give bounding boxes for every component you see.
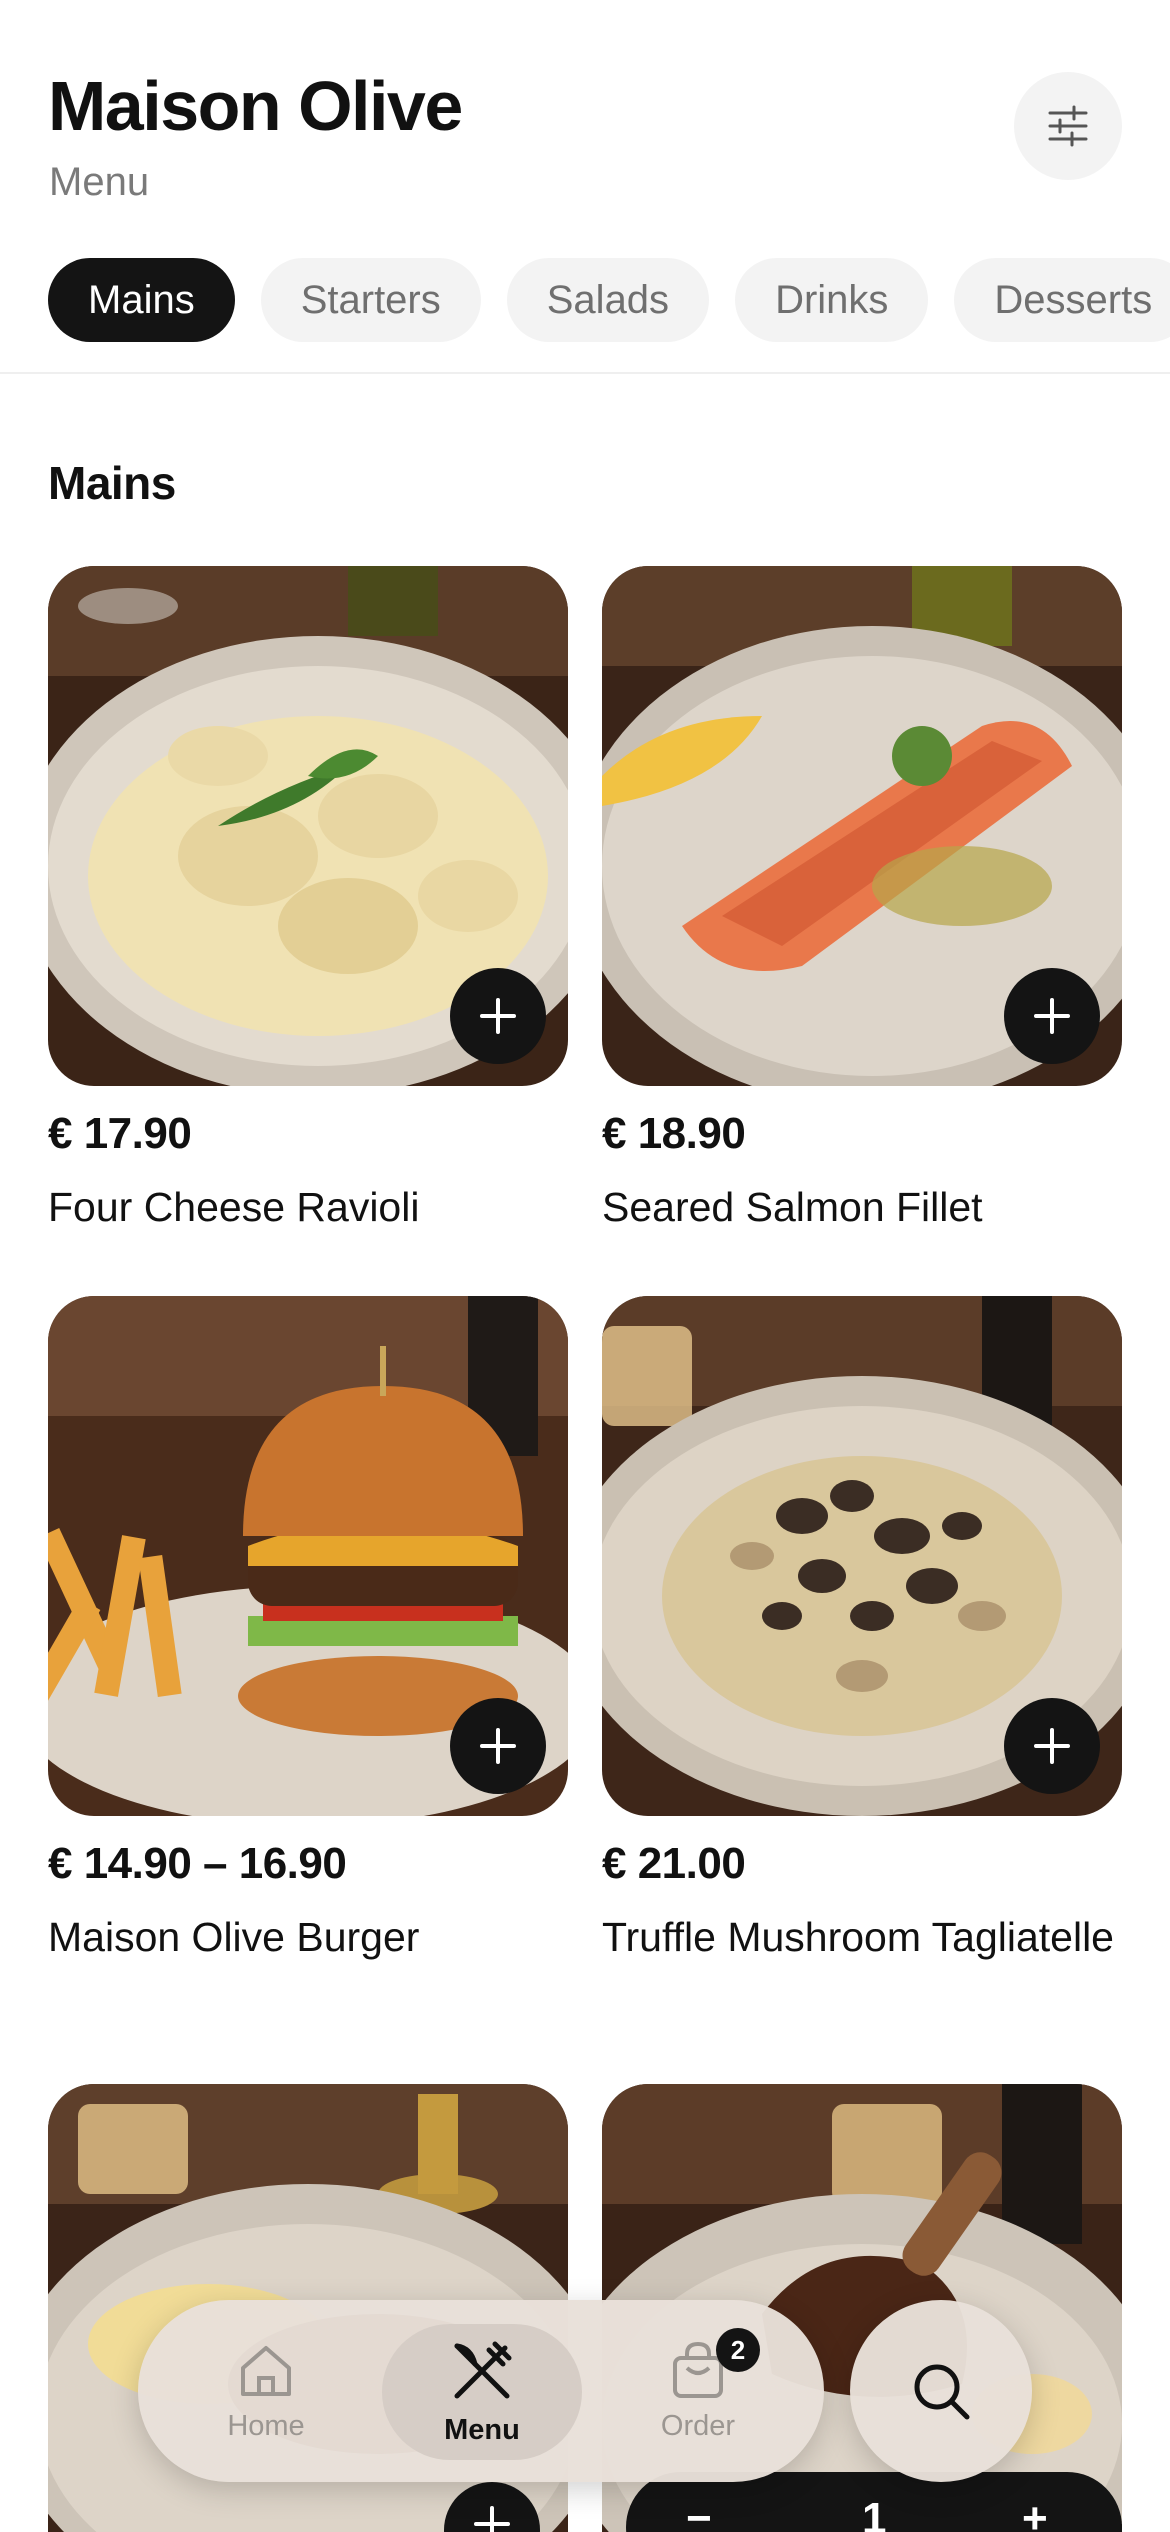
tab-mains[interactable]: Mains — [48, 258, 235, 342]
nav-item-menu[interactable]: Menu — [382, 2300, 582, 2482]
bottom-nav: Home Menu Order 2 — [138, 2300, 824, 2482]
menu-item-card[interactable]: € 18.90 Seared Salmon Fillet — [602, 566, 1122, 1236]
sliders-icon — [1048, 105, 1088, 147]
home-icon — [241, 2345, 291, 2396]
nav-item-home[interactable]: Home — [166, 2300, 366, 2482]
add-to-order-button[interactable] — [1004, 968, 1100, 1064]
tab-desserts[interactable]: Desserts — [954, 258, 1170, 342]
cart-count-badge: 2 — [716, 2328, 760, 2372]
dish-photo — [602, 566, 1122, 1086]
item-price: € 21.00 — [602, 1839, 746, 1888]
add-to-order-button[interactable] — [1004, 1698, 1100, 1794]
dish-photo — [602, 1296, 1122, 1816]
item-price: € 17.90 — [48, 1109, 192, 1158]
plus-icon — [480, 1728, 516, 1764]
dish-photo — [48, 566, 568, 1086]
dish-photo — [48, 1296, 568, 1816]
nav-label-home: Home — [227, 2409, 305, 2442]
tab-starters[interactable]: Starters — [260, 258, 481, 342]
increase-button[interactable]: + — [1022, 2494, 1048, 2532]
nav-label-order: Order — [660, 2409, 736, 2442]
add-to-order-button[interactable] — [450, 1698, 546, 1794]
menu-screen: Maison Olive Menu Mains Starters Salads … — [0, 0, 1170, 2532]
plus-icon — [1034, 1728, 1070, 1764]
add-to-order-button[interactable] — [450, 968, 546, 1064]
tab-drinks[interactable]: Drinks — [735, 258, 929, 342]
plus-icon — [474, 2506, 510, 2532]
utensils-icon — [454, 2341, 512, 2398]
nav-item-order[interactable]: Order 2 — [598, 2300, 798, 2482]
plus-icon — [1034, 998, 1070, 1034]
nav-label-menu: Menu — [444, 2413, 520, 2446]
section-title: Mains — [48, 457, 176, 509]
header: Maison Olive Menu Mains Starters Salads … — [0, 0, 1170, 374]
filter-button[interactable] — [1014, 72, 1122, 180]
plus-icon — [480, 998, 516, 1034]
category-tabs: Mains Starters Salads Drinks Desserts — [48, 258, 1170, 342]
menu-item-card[interactable]: € 17.90 Four Cheese Ravioli — [48, 566, 568, 1236]
item-name: Maison Olive Burger — [48, 1914, 420, 1960]
page-subtitle: Menu — [49, 160, 150, 204]
item-price: € 18.90 — [602, 1109, 746, 1158]
item-name: Seared Salmon Fillet — [602, 1184, 983, 1230]
item-price: € 14.90 – 16.90 — [48, 1839, 347, 1888]
item-name: Four Cheese Ravioli — [48, 1184, 420, 1230]
menu-item-card[interactable]: € 21.00 Truffle Mushroom Tagliatelle — [602, 1296, 1122, 1966]
quantity-value: 1 — [862, 2494, 887, 2532]
item-name: Truffle Mushroom Tagliatelle — [602, 1914, 1114, 1960]
menu-item-card[interactable]: € 14.90 – 16.90 Maison Olive Burger — [48, 1296, 568, 1966]
tab-salads[interactable]: Salads — [506, 258, 710, 342]
search-icon — [914, 2364, 970, 2420]
decrease-button[interactable]: − — [686, 2494, 712, 2532]
app-title: Maison Olive — [48, 67, 463, 145]
search-button[interactable] — [850, 2300, 1032, 2482]
